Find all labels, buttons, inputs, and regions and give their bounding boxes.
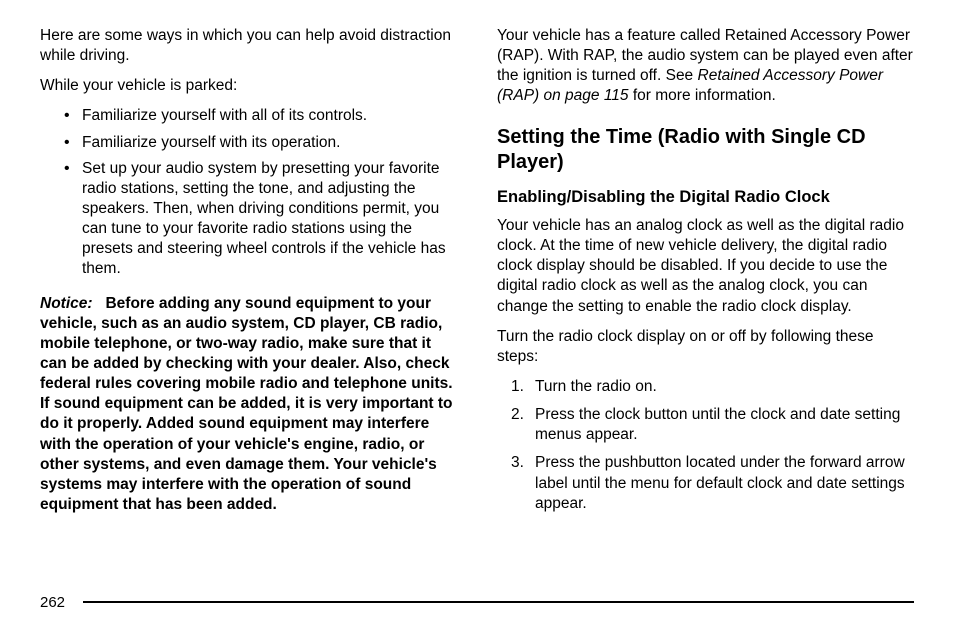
intro-paragraph-2: While your vehicle is parked: — [40, 76, 457, 96]
left-column: Here are some ways in which you can help… — [40, 26, 457, 525]
list-item: Familiarize yourself with its operation. — [40, 133, 457, 153]
notice-text: Before adding any sound equipment to you… — [40, 295, 453, 513]
list-item: Set up your audio system by presetting y… — [40, 159, 457, 280]
right-column: Your vehicle has a feature called Retain… — [497, 26, 914, 525]
step-text: Press the pushbutton located under the f… — [535, 454, 905, 511]
list-item: 2.Press the clock button until the clock… — [497, 405, 914, 445]
bullet-list: Familiarize yourself with all of its con… — [40, 106, 457, 279]
steps-list: 1.Turn the radio on. 2.Press the clock b… — [497, 377, 914, 514]
list-item: 1.Turn the radio on. — [497, 377, 914, 397]
notice-paragraph: Notice: Before adding any sound equipmen… — [40, 294, 457, 516]
page-footer: 262 — [40, 593, 914, 613]
step-text: Press the clock button until the clock a… — [535, 406, 900, 443]
rap-paragraph: Your vehicle has a feature called Retain… — [497, 26, 914, 107]
page-number: 262 — [40, 593, 65, 613]
footer-rule — [83, 601, 914, 603]
page-content: Here are some ways in which you can help… — [40, 26, 914, 525]
list-item: Familiarize yourself with all of its con… — [40, 106, 457, 126]
intro-paragraph-1: Here are some ways in which you can help… — [40, 26, 457, 66]
section-heading: Setting the Time (Radio with Single CD P… — [497, 125, 914, 175]
rap-text-b: for more information. — [629, 87, 776, 104]
step-text: Turn the radio on. — [535, 378, 657, 395]
list-item: 3.Press the pushbutton located under the… — [497, 453, 914, 513]
subsection-heading: Enabling/Disabling the Digital Radio Clo… — [497, 187, 914, 208]
notice-label: Notice: — [40, 295, 93, 312]
clock-paragraph-2: Turn the radio clock display on or off b… — [497, 327, 914, 367]
clock-paragraph-1: Your vehicle has an analog clock as well… — [497, 216, 914, 317]
